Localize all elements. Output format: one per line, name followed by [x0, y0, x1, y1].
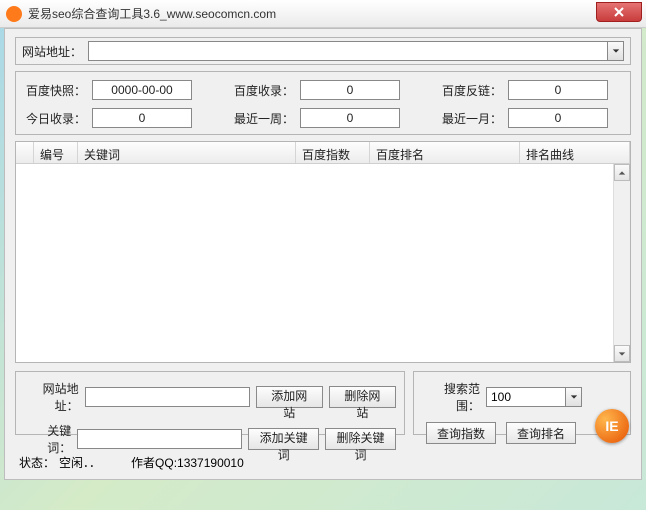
- stat-label: 今日收录：: [24, 110, 86, 127]
- col-keyword[interactable]: 关键词: [78, 142, 296, 163]
- stat-label: 百度快照：: [24, 82, 86, 99]
- table-body[interactable]: [16, 164, 613, 362]
- row-query-buttons: 查询指数 查询排名: [422, 422, 622, 444]
- col-spacer: [16, 142, 34, 163]
- row-add-site: 网站地址： 添加网站 删除网站: [24, 380, 396, 414]
- row-search-range: 搜索范围： 100: [422, 380, 622, 414]
- close-button[interactable]: [596, 2, 642, 22]
- results-table: 编号 关键词 百度指数 百度排名 排名曲线: [15, 141, 631, 363]
- stat-last-month: 最近一月： 0: [440, 108, 622, 128]
- author-info: 作者QQ:1337190010: [131, 454, 244, 471]
- stat-value: 0: [92, 108, 192, 128]
- status-value: 空闲．．: [59, 456, 101, 470]
- stat-last-week: 最近一周： 0: [232, 108, 414, 128]
- client-area: 网站地址： 百度快照： 0000-00-00 百度收录： 0 百度反链： 0: [4, 28, 642, 480]
- stat-value: 0: [300, 108, 400, 128]
- titlebar: 爱易seo综合查询工具3.6_www.seocomcn.com: [0, 0, 646, 28]
- add-panel: 网站地址： 添加网站 删除网站 关键词： 添加关键词 删除关键词: [15, 371, 405, 435]
- table-header: 编号 关键词 百度指数 百度排名 排名曲线: [16, 142, 630, 164]
- query-rank-button[interactable]: 查询排名: [506, 422, 576, 444]
- scroll-down-button[interactable]: [614, 345, 630, 362]
- status-bar: 状态： 空闲．． 作者QQ:1337190010: [15, 451, 631, 473]
- stat-value: 0000-00-00: [92, 80, 192, 100]
- stat-label: 最近一月：: [440, 110, 502, 127]
- col-rank-curve[interactable]: 排名曲线: [520, 142, 630, 163]
- url-panel: 网站地址：: [15, 37, 631, 65]
- url-combobox[interactable]: [88, 41, 624, 61]
- add-site-button[interactable]: 添加网站: [256, 386, 323, 408]
- url-label: 网站地址：: [22, 43, 82, 60]
- stat-label: 百度收录：: [232, 82, 294, 99]
- range-combobox[interactable]: 100: [486, 387, 582, 407]
- chevron-down-icon[interactable]: [565, 388, 581, 406]
- range-label: 搜索范围：: [422, 380, 480, 414]
- close-icon: [614, 7, 624, 17]
- vertical-scrollbar[interactable]: [613, 164, 630, 362]
- status-label: 状态：: [15, 454, 59, 471]
- add-url-input[interactable]: [85, 387, 250, 407]
- stat-baidu-backlinks: 百度反链： 0: [440, 80, 622, 100]
- scroll-up-button[interactable]: [614, 164, 630, 181]
- col-baidu-rank[interactable]: 百度排名: [370, 142, 520, 163]
- del-site-button[interactable]: 删除网站: [329, 386, 396, 408]
- stat-today-indexed: 今日收录： 0: [24, 108, 206, 128]
- add-keyword-button[interactable]: 添加关键词: [248, 428, 319, 450]
- add-url-label: 网站地址：: [24, 380, 79, 414]
- stat-label: 最近一周：: [232, 110, 294, 127]
- stats-panel: 百度快照： 0000-00-00 百度收录： 0 百度反链： 0 今日收录： 0…: [15, 71, 631, 135]
- range-value: 100: [491, 390, 511, 404]
- stat-label: 百度反链：: [440, 82, 502, 99]
- stat-value: 0: [300, 80, 400, 100]
- app-icon: [6, 6, 22, 22]
- window-title: 爱易seo综合查询工具3.6_www.seocomcn.com: [28, 5, 276, 22]
- stat-baidu-snapshot: 百度快照： 0000-00-00: [24, 80, 206, 100]
- ie-icon[interactable]: IE: [595, 409, 629, 443]
- del-keyword-button[interactable]: 删除关键词: [325, 428, 396, 450]
- stat-value: 0: [508, 108, 608, 128]
- stat-value: 0: [508, 80, 608, 100]
- query-index-button[interactable]: 查询指数: [426, 422, 496, 444]
- add-kw-input[interactable]: [77, 429, 242, 449]
- stats-row-1: 百度快照： 0000-00-00 百度收录： 0 百度反链： 0: [24, 80, 622, 100]
- status-value-box: 空闲．．: [59, 454, 101, 471]
- chevron-down-icon[interactable]: [607, 42, 623, 60]
- col-baidu-index[interactable]: 百度指数: [296, 142, 370, 163]
- stats-row-2: 今日收录： 0 最近一周： 0 最近一月： 0: [24, 108, 622, 128]
- stat-baidu-indexed: 百度收录： 0: [232, 80, 414, 100]
- col-id[interactable]: 编号: [34, 142, 78, 163]
